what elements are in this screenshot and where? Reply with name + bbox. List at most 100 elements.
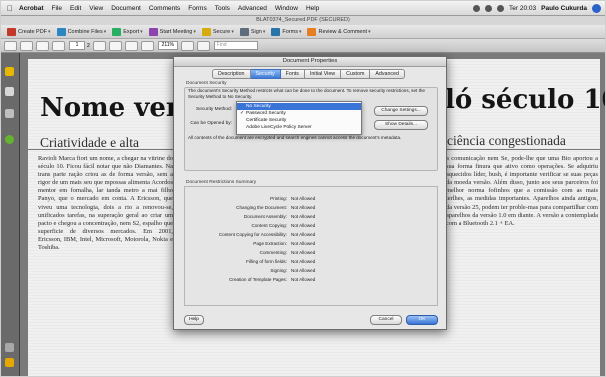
restriction-value: Not Allowed bbox=[291, 241, 316, 246]
tab-security[interactable]: Security bbox=[250, 69, 281, 79]
bookmarks-panel-icon[interactable] bbox=[5, 87, 14, 96]
option-certificate-security[interactable]: Certificate Security bbox=[237, 117, 361, 124]
chevron-down-icon: ▾ bbox=[298, 28, 302, 35]
menu-edit[interactable]: Edit bbox=[70, 5, 81, 12]
find-input[interactable]: Find bbox=[213, 41, 258, 50]
restriction-row: Page Extraction: Not Allowed bbox=[185, 240, 437, 247]
menu-view[interactable]: View bbox=[89, 5, 103, 12]
chevron-down-icon: ▾ bbox=[140, 28, 143, 35]
tab-initial-view[interactable]: Initial View bbox=[304, 69, 342, 79]
zoom-in-icon[interactable] bbox=[140, 40, 154, 51]
print-icon[interactable] bbox=[4, 40, 17, 51]
restriction-row: Document Assembly: Not Allowed bbox=[185, 213, 437, 220]
hand-tool-icon[interactable] bbox=[108, 40, 122, 51]
create-pdf-button[interactable]: Create PDF ▾ bbox=[7, 27, 51, 36]
restriction-value: Not Allowed bbox=[291, 214, 316, 219]
export-button[interactable]: Export ▾ bbox=[112, 27, 143, 36]
navigation-panel bbox=[1, 53, 20, 376]
combine-files-button[interactable]: Combine Files ▾ bbox=[56, 27, 106, 36]
user-name[interactable]: Paulo Cukurda bbox=[541, 5, 587, 12]
pages-panel-icon[interactable] bbox=[5, 67, 14, 76]
menu-help[interactable]: Help bbox=[306, 5, 319, 12]
option-password-security[interactable]: ✓ Password Security bbox=[237, 110, 361, 117]
task-toolbar: Create PDF ▾ Combine Files ▾ Export ▾ Start… bbox=[1, 25, 605, 39]
menu-window[interactable]: Window bbox=[275, 5, 298, 12]
forms-button[interactable]: Forms ▾ bbox=[271, 27, 302, 36]
sign-label: Sign bbox=[250, 28, 262, 35]
zoom-out-icon[interactable] bbox=[124, 40, 138, 51]
clock[interactable]: Ter 20:03 bbox=[509, 5, 536, 12]
help-button[interactable]: Help bbox=[184, 315, 204, 325]
ok-button[interactable]: OK bbox=[406, 315, 438, 325]
start-meeting-button[interactable]: Start Meeting ▾ bbox=[148, 27, 196, 36]
cancel-button[interactable]: Cancel bbox=[370, 315, 402, 325]
zoom-level-field[interactable]: 211% bbox=[157, 41, 178, 50]
tab-custom[interactable]: Custom bbox=[341, 69, 371, 79]
attachments-panel-icon[interactable] bbox=[5, 109, 14, 118]
secure-button[interactable]: Secure ▾ bbox=[201, 27, 234, 36]
menu-extras: Ter 20:03 Paulo Cukurda bbox=[468, 1, 601, 15]
create-pdf-label: Create PDF bbox=[18, 28, 48, 35]
headline-left: Nome ven bbox=[40, 93, 185, 123]
signatures-panel-icon[interactable] bbox=[5, 135, 14, 144]
combine-files-label: Combine Files bbox=[67, 28, 103, 35]
can-be-opened-label: Can be Opened by: bbox=[190, 121, 232, 126]
option-livecycle-policy-server[interactable]: Adobe LiveCycle Policy Server bbox=[237, 124, 361, 131]
meeting-icon bbox=[148, 27, 158, 36]
checkmark-icon: ✓ bbox=[240, 110, 245, 116]
subhead-right: ciência congestionada bbox=[447, 133, 566, 148]
fit-page-icon[interactable] bbox=[180, 40, 194, 51]
menu-bar:  Acrobat File Edit View Document Commen… bbox=[1, 1, 605, 16]
combine-files-icon bbox=[56, 27, 66, 36]
fit-width-icon[interactable] bbox=[196, 40, 210, 51]
page-total: 2 bbox=[87, 42, 90, 49]
page-number-field[interactable]: 1 bbox=[69, 41, 85, 50]
restriction-name: Commenting: bbox=[259, 250, 287, 255]
menu-forms[interactable]: Forms bbox=[188, 5, 206, 12]
restriction-row: Signing: Not Allowed bbox=[185, 267, 437, 274]
previous-page-icon[interactable] bbox=[36, 40, 49, 51]
review-comment-button[interactable]: Review & Comment ▾ bbox=[307, 27, 371, 36]
change-settings-button[interactable]: Change Settings... bbox=[374, 106, 428, 116]
volume-icon[interactable] bbox=[497, 4, 505, 12]
tab-fonts[interactable]: Fonts bbox=[280, 69, 305, 79]
option-no-security[interactable]: No Security bbox=[237, 103, 361, 110]
restriction-value: Not Allowed bbox=[291, 250, 316, 255]
chevron-down-icon: ▾ bbox=[368, 28, 371, 35]
tab-advanced[interactable]: Advanced bbox=[370, 69, 405, 79]
restriction-value: Not Allowed bbox=[291, 205, 316, 210]
chevron-down-icon: ▾ bbox=[231, 28, 234, 35]
document-properties-dialog: Document Properties Description Security… bbox=[173, 56, 447, 330]
restriction-row: Content Copying for Accessibility: Not Al… bbox=[185, 231, 437, 238]
next-page-icon[interactable] bbox=[52, 40, 65, 51]
comments-panel-icon[interactable] bbox=[5, 358, 14, 367]
status-icon[interactable] bbox=[473, 4, 481, 12]
tab-description[interactable]: Description bbox=[212, 69, 251, 79]
panel-options-icon[interactable] bbox=[5, 343, 14, 352]
forms-icon bbox=[271, 27, 281, 36]
chevron-down-icon: ▾ bbox=[48, 28, 51, 35]
security-method-note: The document's Security Method restricts… bbox=[188, 88, 425, 99]
menu-comments[interactable]: Comments bbox=[149, 5, 180, 12]
restriction-value: Not Allowed bbox=[291, 196, 316, 201]
tab-bar: Description Security Fonts Initial View … bbox=[212, 69, 405, 79]
menu-advanced[interactable]: Advanced bbox=[238, 5, 267, 12]
sign-button[interactable]: Sign ▾ bbox=[239, 27, 265, 36]
menu-tools[interactable]: Tools bbox=[215, 5, 230, 12]
menu-app[interactable]: Acrobat bbox=[19, 5, 44, 12]
wifi-icon[interactable] bbox=[485, 4, 493, 12]
restriction-name: Page Extraction: bbox=[253, 241, 287, 246]
menu-document[interactable]: Document bbox=[111, 5, 141, 12]
spotlight-icon[interactable] bbox=[592, 3, 601, 13]
apple-icon[interactable]:  bbox=[5, 4, 15, 13]
document-security-label: Document Security bbox=[186, 81, 227, 86]
start-meeting-label: Start Meeting bbox=[159, 28, 193, 35]
restriction-row: Commenting: Not Allowed bbox=[185, 249, 437, 256]
navigation-toolbar: 1 2 211% Find bbox=[1, 39, 605, 53]
show-details-button[interactable]: Show Details... bbox=[374, 120, 428, 130]
menu-file[interactable]: File bbox=[52, 5, 62, 12]
email-icon[interactable] bbox=[20, 40, 33, 51]
restriction-value: Not Allowed bbox=[291, 277, 316, 282]
select-tool-icon[interactable] bbox=[92, 40, 106, 51]
export-label: Export bbox=[123, 28, 140, 35]
